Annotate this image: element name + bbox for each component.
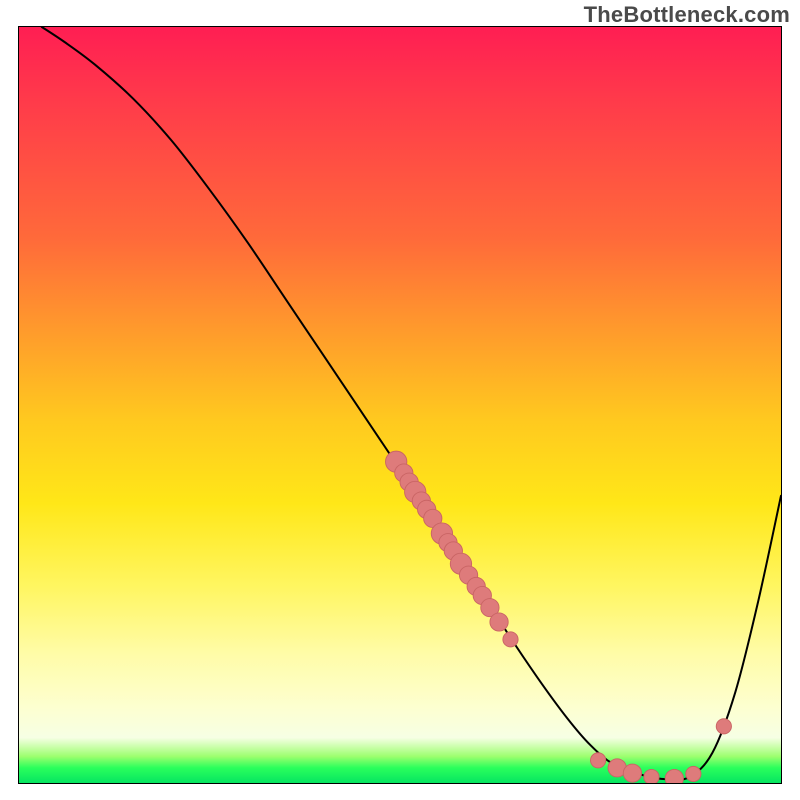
chart-container: TheBottleneck.com — [0, 0, 800, 800]
gradient-background — [19, 27, 781, 783]
watermark-text: TheBottleneck.com — [584, 2, 790, 28]
plot-area — [18, 26, 782, 784]
